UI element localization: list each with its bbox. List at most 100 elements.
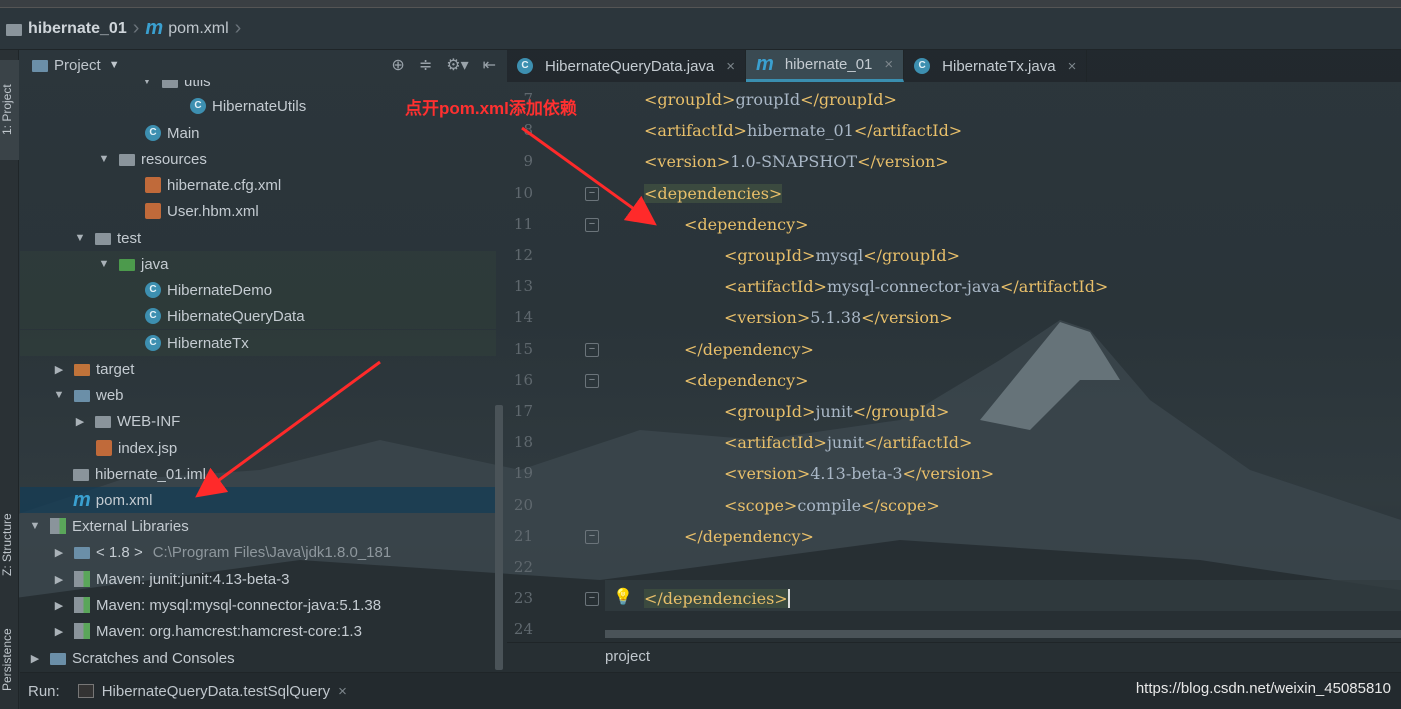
- jsp-icon: [96, 440, 112, 456]
- chevron-right-icon: ›: [234, 17, 242, 39]
- expanded-arrow-icon[interactable]: ▼: [52, 389, 66, 401]
- hide-icon[interactable]: ⇤: [483, 55, 496, 75]
- folder-icon: [95, 416, 111, 428]
- tree-item-label: HibernateDemo: [167, 281, 273, 299]
- watermark: https://blog.csdn.net/weixin_45085810: [1135, 680, 1391, 697]
- code-area[interactable]: <groupId>groupId</groupId> <artifactId>hi…: [507, 82, 1401, 642]
- close-icon[interactable]: ×: [884, 56, 893, 73]
- folder-icon: [95, 233, 111, 245]
- tree-item-label: HibernateTx: [167, 334, 249, 352]
- folder-icon: [119, 154, 135, 166]
- tool-window-project[interactable]: 1: Project: [0, 60, 19, 160]
- collapsed-arrow-icon[interactable]: ▶: [52, 625, 66, 638]
- close-icon[interactable]: ×: [338, 683, 347, 700]
- editor-tab[interactable]: m hibernate_01 ×: [746, 50, 905, 82]
- maven-icon: m: [756, 53, 774, 75]
- project-tree: ▼ utils C HibernateUtils C Main ▼ resources hibe…: [20, 80, 506, 672]
- expanded-arrow-icon[interactable]: ▼: [140, 80, 154, 87]
- tree-item[interactable]: ▼ web: [20, 382, 496, 408]
- tree-item[interactable]: ▶ target: [20, 356, 496, 382]
- tab-label: hibernate_01: [784, 56, 873, 73]
- tree-item-label: java: [141, 255, 169, 273]
- chevron-down-icon[interactable]: ▼: [109, 59, 120, 71]
- code-line: </dependency>: [684, 339, 814, 359]
- code-line: <scope>compile</scope>: [724, 495, 940, 515]
- collapsed-arrow-icon[interactable]: ▶: [52, 599, 66, 612]
- chevron-right-icon: ›: [132, 17, 140, 39]
- gear-icon[interactable]: ⚙▾: [446, 55, 468, 75]
- libs-icon: [50, 518, 66, 534]
- lib-icon: [74, 571, 90, 587]
- tree-scrollbar[interactable]: [495, 405, 503, 670]
- tree-item[interactable]: ▶ Maven: mysql:mysql-connector-java:5.1.3…: [20, 592, 496, 618]
- tree-item[interactable]: ▶ WEB-INF: [20, 408, 496, 434]
- collapsed-arrow-icon[interactable]: ▶: [28, 652, 42, 665]
- class-icon: C: [145, 282, 161, 298]
- tree-item[interactable]: hibernate_01.iml: [20, 461, 496, 487]
- maven-icon: m: [145, 17, 164, 39]
- folder-blue-icon: [74, 390, 90, 402]
- expanded-arrow-icon[interactable]: ▼: [97, 153, 111, 165]
- editor-tabs: C HibernateQueryData.java × m hibernate_01 × C…: [507, 50, 1401, 82]
- code-line: <version>1.0-SNAPSHOT</version>: [644, 152, 949, 172]
- project-view-selector[interactable]: Project: [54, 57, 101, 74]
- tree-item[interactable]: hibernate.cfg.xml: [20, 172, 496, 198]
- code-line: <version>5.1.38</version>: [724, 308, 953, 328]
- tree-item[interactable]: C HibernateQueryData: [20, 303, 496, 329]
- tree-item[interactable]: ▶ < 1.8 > C:\Program Files\Java\jdk1.8.0_1…: [20, 539, 496, 565]
- folder-orange-icon: [74, 364, 90, 376]
- run-tab[interactable]: HibernateQueryData.testSqlQuery: [102, 683, 330, 700]
- project-view-icon: [32, 60, 48, 72]
- editor-tab[interactable]: C HibernateQueryData.java ×: [507, 50, 747, 82]
- tree-item[interactable]: ▶ Maven: junit:junit:4.13-beta-3: [20, 566, 496, 592]
- tree-item[interactable]: ▼ test: [20, 225, 496, 251]
- collapsed-arrow-icon[interactable]: ▶: [52, 546, 66, 559]
- folder-green-icon: [119, 259, 135, 271]
- code-line: <groupId>groupId</groupId>: [644, 90, 897, 109]
- tree-item[interactable]: ▼ External Libraries: [20, 513, 496, 539]
- jdk-icon: [74, 547, 90, 559]
- close-icon[interactable]: ×: [1068, 58, 1077, 75]
- code-line: <dependency>: [684, 214, 809, 234]
- expanded-arrow-icon[interactable]: ▼: [28, 520, 42, 532]
- breadcrumb-project[interactable]: hibernate_01: [28, 20, 127, 38]
- class-icon: C: [517, 58, 533, 74]
- close-icon[interactable]: ×: [726, 58, 735, 75]
- breadcrumb-file[interactable]: pom.xml: [168, 20, 228, 38]
- tree-item[interactable]: ▼ utils: [20, 80, 496, 94]
- tree-item[interactable]: C HibernateTx: [20, 330, 496, 356]
- tool-window-structure[interactable]: Z: Structure: [0, 490, 19, 600]
- tree-item[interactable]: m pom.xml: [20, 487, 496, 513]
- tree-item-detail: C:\Program Files\Java\jdk1.8.0_181: [152, 543, 392, 561]
- lib-icon: [74, 597, 90, 613]
- xml-icon: [145, 203, 161, 219]
- tree-item-label: hibernate.cfg.xml: [167, 176, 282, 194]
- code-line: <artifactId>hibernate_01</artifactId>: [644, 121, 963, 141]
- tree-item[interactable]: ▼ resources: [20, 146, 496, 172]
- tool-window-persistence[interactable]: Persistence: [0, 615, 19, 705]
- tree-item[interactable]: C Main: [20, 120, 496, 146]
- editor-tab[interactable]: C HibernateTx.java ×: [904, 50, 1088, 82]
- tree-item[interactable]: ▶ Maven: org.hamcrest:hamcrest-core:1.3: [20, 618, 496, 644]
- collapsed-arrow-icon[interactable]: ▶: [52, 573, 66, 586]
- code-line: <groupId>mysql</groupId>: [724, 246, 961, 265]
- locate-icon[interactable]: ⊕: [391, 55, 404, 75]
- horizontal-scrollbar[interactable]: [605, 630, 1401, 638]
- tree-item-label: Maven: org.hamcrest:hamcrest-core:1.3: [96, 622, 362, 640]
- editor-breadcrumb[interactable]: project: [507, 642, 1401, 672]
- class-icon: C: [914, 58, 931, 74]
- tree-item[interactable]: ▼ java: [20, 251, 496, 277]
- tree-item[interactable]: index.jsp: [20, 435, 496, 461]
- breadcrumb: hibernate_01 › m pom.xml ›: [0, 8, 1401, 50]
- scratch-icon: [50, 653, 66, 665]
- collapsed-arrow-icon[interactable]: ▶: [73, 415, 87, 428]
- collapsed-arrow-icon[interactable]: ▶: [52, 363, 66, 376]
- tree-item[interactable]: User.hbm.xml: [20, 198, 496, 224]
- tree-item[interactable]: ▶ Scratches and Consoles: [20, 645, 496, 671]
- run-config-icon: [77, 684, 94, 698]
- expanded-arrow-icon[interactable]: ▼: [97, 258, 111, 270]
- expanded-arrow-icon[interactable]: ▼: [73, 232, 87, 244]
- collapse-icon[interactable]: ≑: [419, 55, 432, 75]
- lightbulb-icon[interactable]: 💡: [613, 587, 633, 607]
- tree-item[interactable]: C HibernateDemo: [20, 277, 496, 303]
